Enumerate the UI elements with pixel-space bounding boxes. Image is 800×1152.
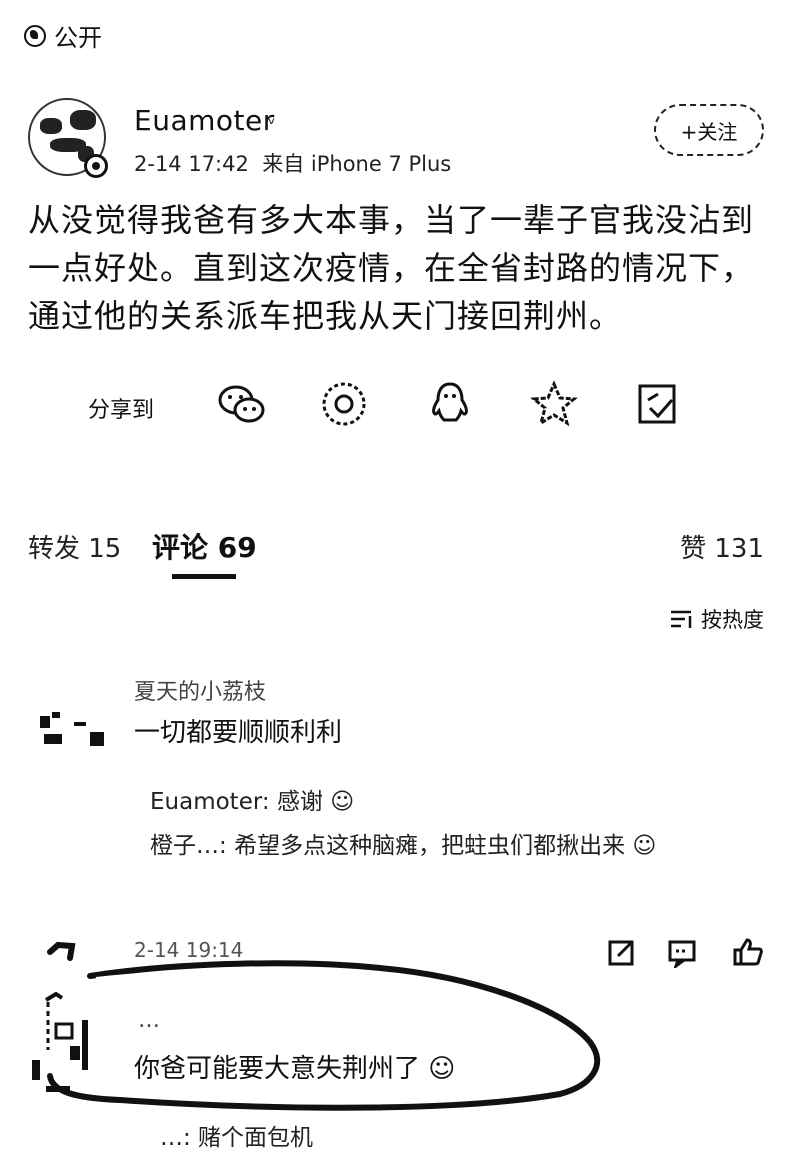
reply-author[interactable]: 橙子…: (150, 833, 227, 859)
comment-text: 一切都要顺顺利利 (134, 718, 343, 748)
reply-thread[interactable]: Euamoter: 感谢 ☺ 橙子…: 希望多点这种脑瘫，把蛀虫们都揪出来 ☺ (150, 780, 750, 868)
author-name[interactable]: Euamoter (134, 104, 275, 137)
follow-button[interactable]: +关注 (654, 104, 764, 156)
commenter-name[interactable]: … (138, 1008, 160, 1033)
reply-text: 感谢 (276, 789, 323, 815)
comment-text: 你爸可能要大意失荆州了 ☺ (134, 1048, 455, 1085)
post-source: 来自 iPhone 7 Plus (262, 152, 452, 176)
wechat-icon[interactable] (216, 378, 268, 430)
tab-reposts[interactable]: 转发 15 (28, 528, 121, 565)
emoji-icon: ☺ (428, 1054, 456, 1084)
emoji-icon: ☺ (330, 789, 355, 815)
reply-icon[interactable] (666, 936, 698, 968)
post-text: 从没觉得我爸有多大本事，当了一辈子官我没沾到一点好处。直到这次疫情，在全省封路的… (28, 201, 755, 335)
post-meta: 2-14 17:42 来自 iPhone 7 Plus (134, 148, 451, 178)
reply-author[interactable]: Euamoter: (150, 789, 270, 815)
visibility-indicator: 公开 (24, 18, 102, 53)
sort-toggle[interactable]: 按热度 (669, 604, 764, 634)
post-time: 2-14 17:42 (134, 152, 249, 176)
comment-text-body: 你爸可能要大意失荆州了 (134, 1054, 421, 1084)
qzone-icon[interactable] (528, 378, 580, 430)
commenter-name[interactable]: 夏天的小荔枝 (134, 674, 266, 706)
tab-comments[interactable]: 评论 69 (152, 526, 257, 566)
comment-time: 2-14 19:14 (134, 938, 244, 962)
sort-label: 按热度 (701, 608, 764, 632)
commenter-avatar[interactable] (26, 990, 106, 1110)
tab-likes[interactable]: 赞 131 (680, 528, 764, 565)
reply-preview[interactable]: …: 赌个面包机 (160, 1118, 313, 1152)
share-label: 分享到 (88, 398, 155, 423)
share-comment-icon[interactable] (606, 936, 638, 968)
emoji-icon: ☺ (632, 833, 657, 859)
commenter-avatar[interactable] (38, 710, 108, 750)
verified-badge-icon (84, 154, 108, 178)
sort-icon (671, 610, 692, 628)
globe-icon (24, 24, 46, 47)
save-icon[interactable] (632, 378, 684, 430)
qq-icon[interactable] (424, 378, 476, 430)
reply-item: 橙子…: 希望多点这种脑瘫，把蛀虫们都揪出来 ☺ (150, 824, 750, 868)
tab-active-indicator (172, 574, 236, 579)
moments-icon[interactable] (318, 378, 370, 430)
visibility-label: 公开 (54, 24, 102, 52)
reply-item: Euamoter: 感谢 ☺ (150, 780, 750, 824)
reply-text: 希望多点这种脑瘫，把蛀虫们都揪出来 (234, 833, 626, 859)
vip-icon: ᵛ (268, 114, 276, 135)
like-icon[interactable] (732, 936, 764, 968)
